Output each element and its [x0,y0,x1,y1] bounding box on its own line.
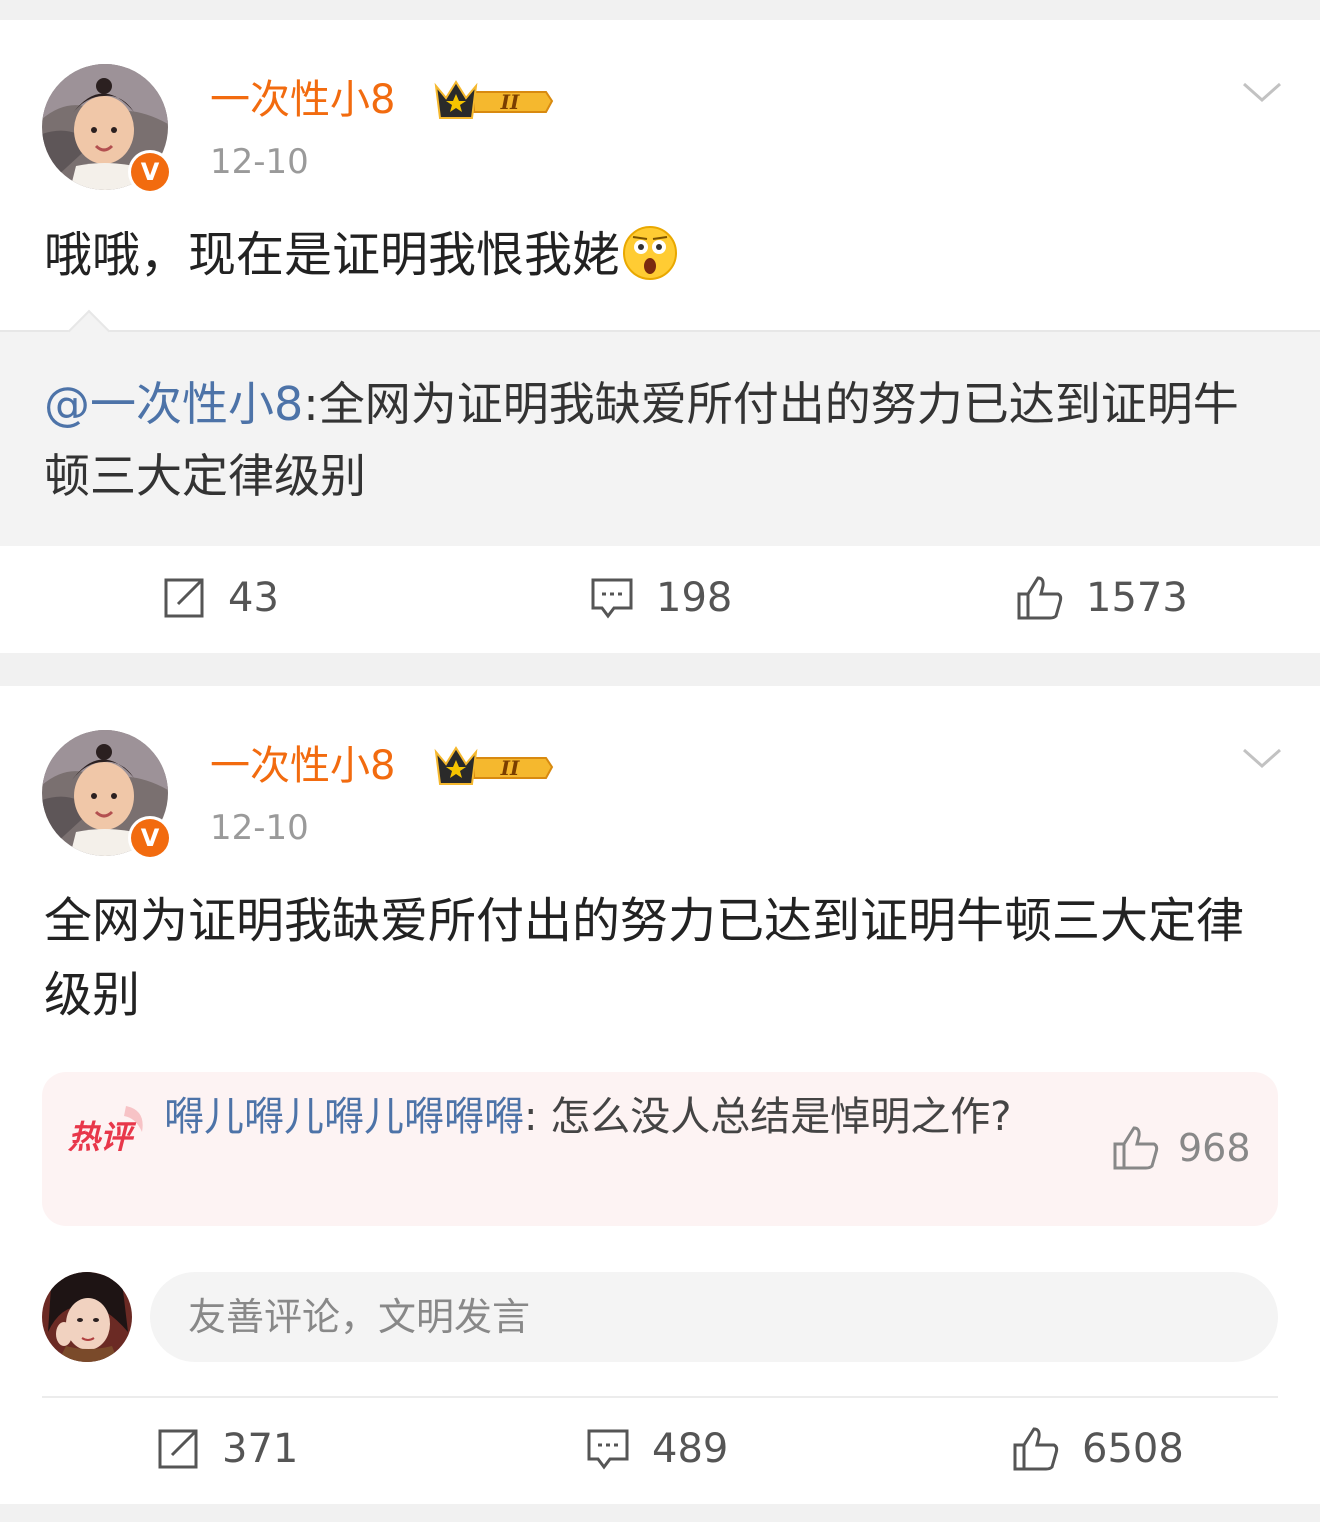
comment-button[interactable]: 198 [590,553,732,643]
post-content: 哦哦，现在是证明我恨我姥 [44,218,1276,292]
vip-crown-icon[interactable]: II [434,78,554,124]
repost-icon [164,578,204,618]
repost-block[interactable]: @一次性小8:全网为证明我缺爱所付出的努力已达到证明牛顿三大定律级别 [0,309,1320,546]
repost-mention[interactable]: @一次性小8 [44,377,303,431]
comment-button[interactable]: 489 [586,1404,728,1494]
action-bar: 43 198 1573 [0,553,1320,643]
hot-comment-text: 嘚儿嘚儿嘚儿嘚嘚嘚: 怎么没人总结是悼明之作? [164,1084,1054,1150]
svg-text:II: II [500,90,520,114]
like-count: 6508 [1082,1426,1184,1472]
comment-icon [587,1429,629,1470]
post-time: 12-10 [210,808,309,848]
hot-comment-user[interactable]: 嘚儿嘚儿嘚儿嘚嘚嘚 [164,1094,524,1140]
comment-icon [591,578,633,619]
post-text: 全网为证明我缺爱所付出的努力已达到证明牛顿三大定律级别 [44,893,1245,1023]
repost-notch [67,309,111,353]
verified-badge-icon: V [128,816,172,860]
hot-comment[interactable]: 热评 嘚儿嘚儿嘚儿嘚嘚嘚: 怎么没人总结是悼明之作? 968 [42,1072,1278,1226]
comment-count: 198 [656,575,733,621]
post-text: 哦哦，现在是证明我恨我姥 [44,227,621,283]
action-bar: 371 489 6508 [0,1404,1320,1494]
like-icon [1113,1126,1159,1170]
username[interactable]: 一次性小8 [210,76,395,124]
post-card: V 一次性小8 II 12-10 哦哦，现在是证明我恨我姥 @一次性小8:全网为… [0,20,1320,653]
repost-button[interactable]: 371 [156,1404,298,1494]
repost-count: 371 [222,1426,299,1472]
more-chevron-icon[interactable] [1240,744,1284,774]
hot-comment-body: : 怎么没人总结是悼明之作? [524,1094,1012,1140]
post-time: 12-10 [210,142,309,182]
divider [42,1396,1278,1398]
repost-icon [158,1429,198,1469]
svg-text:II: II [500,756,520,780]
like-icon [1017,576,1063,620]
my-avatar[interactable] [42,1272,132,1362]
surprised-emoji-icon [623,226,678,280]
hot-comment-like-count: 968 [1178,1126,1251,1170]
hot-comment-like-button[interactable]: 968 [1112,1124,1251,1172]
repost-count: 43 [228,575,279,621]
post-content: 全网为证明我缺爱所付出的努力已达到证明牛顿三大定律级别 [44,884,1276,1032]
like-button[interactable]: 6508 [1012,1404,1184,1494]
hot-comment-tag-icon: 热评 [67,1106,143,1156]
username[interactable]: 一次性小8 [210,742,395,790]
vip-crown-icon[interactable]: II [434,744,554,790]
like-button[interactable]: 1573 [1016,553,1188,643]
more-chevron-icon[interactable] [1240,78,1284,108]
verified-badge-icon: V [128,150,172,194]
comment-input[interactable]: 友善评论，文明发言 [150,1272,1278,1362]
svg-text:热评: 热评 [67,1118,137,1156]
repost-button[interactable]: 43 [162,553,279,643]
post-card: V 一次性小8 II 12-10 全网为证明我缺爱所付出的努力已达到证明牛顿三大… [0,686,1320,1504]
like-icon [1013,1427,1059,1471]
repost-text: @一次性小8:全网为证明我缺爱所付出的努力已达到证明牛顿三大定律级别 [44,368,1270,512]
like-count: 1573 [1086,575,1188,621]
comment-count: 489 [652,1426,729,1472]
